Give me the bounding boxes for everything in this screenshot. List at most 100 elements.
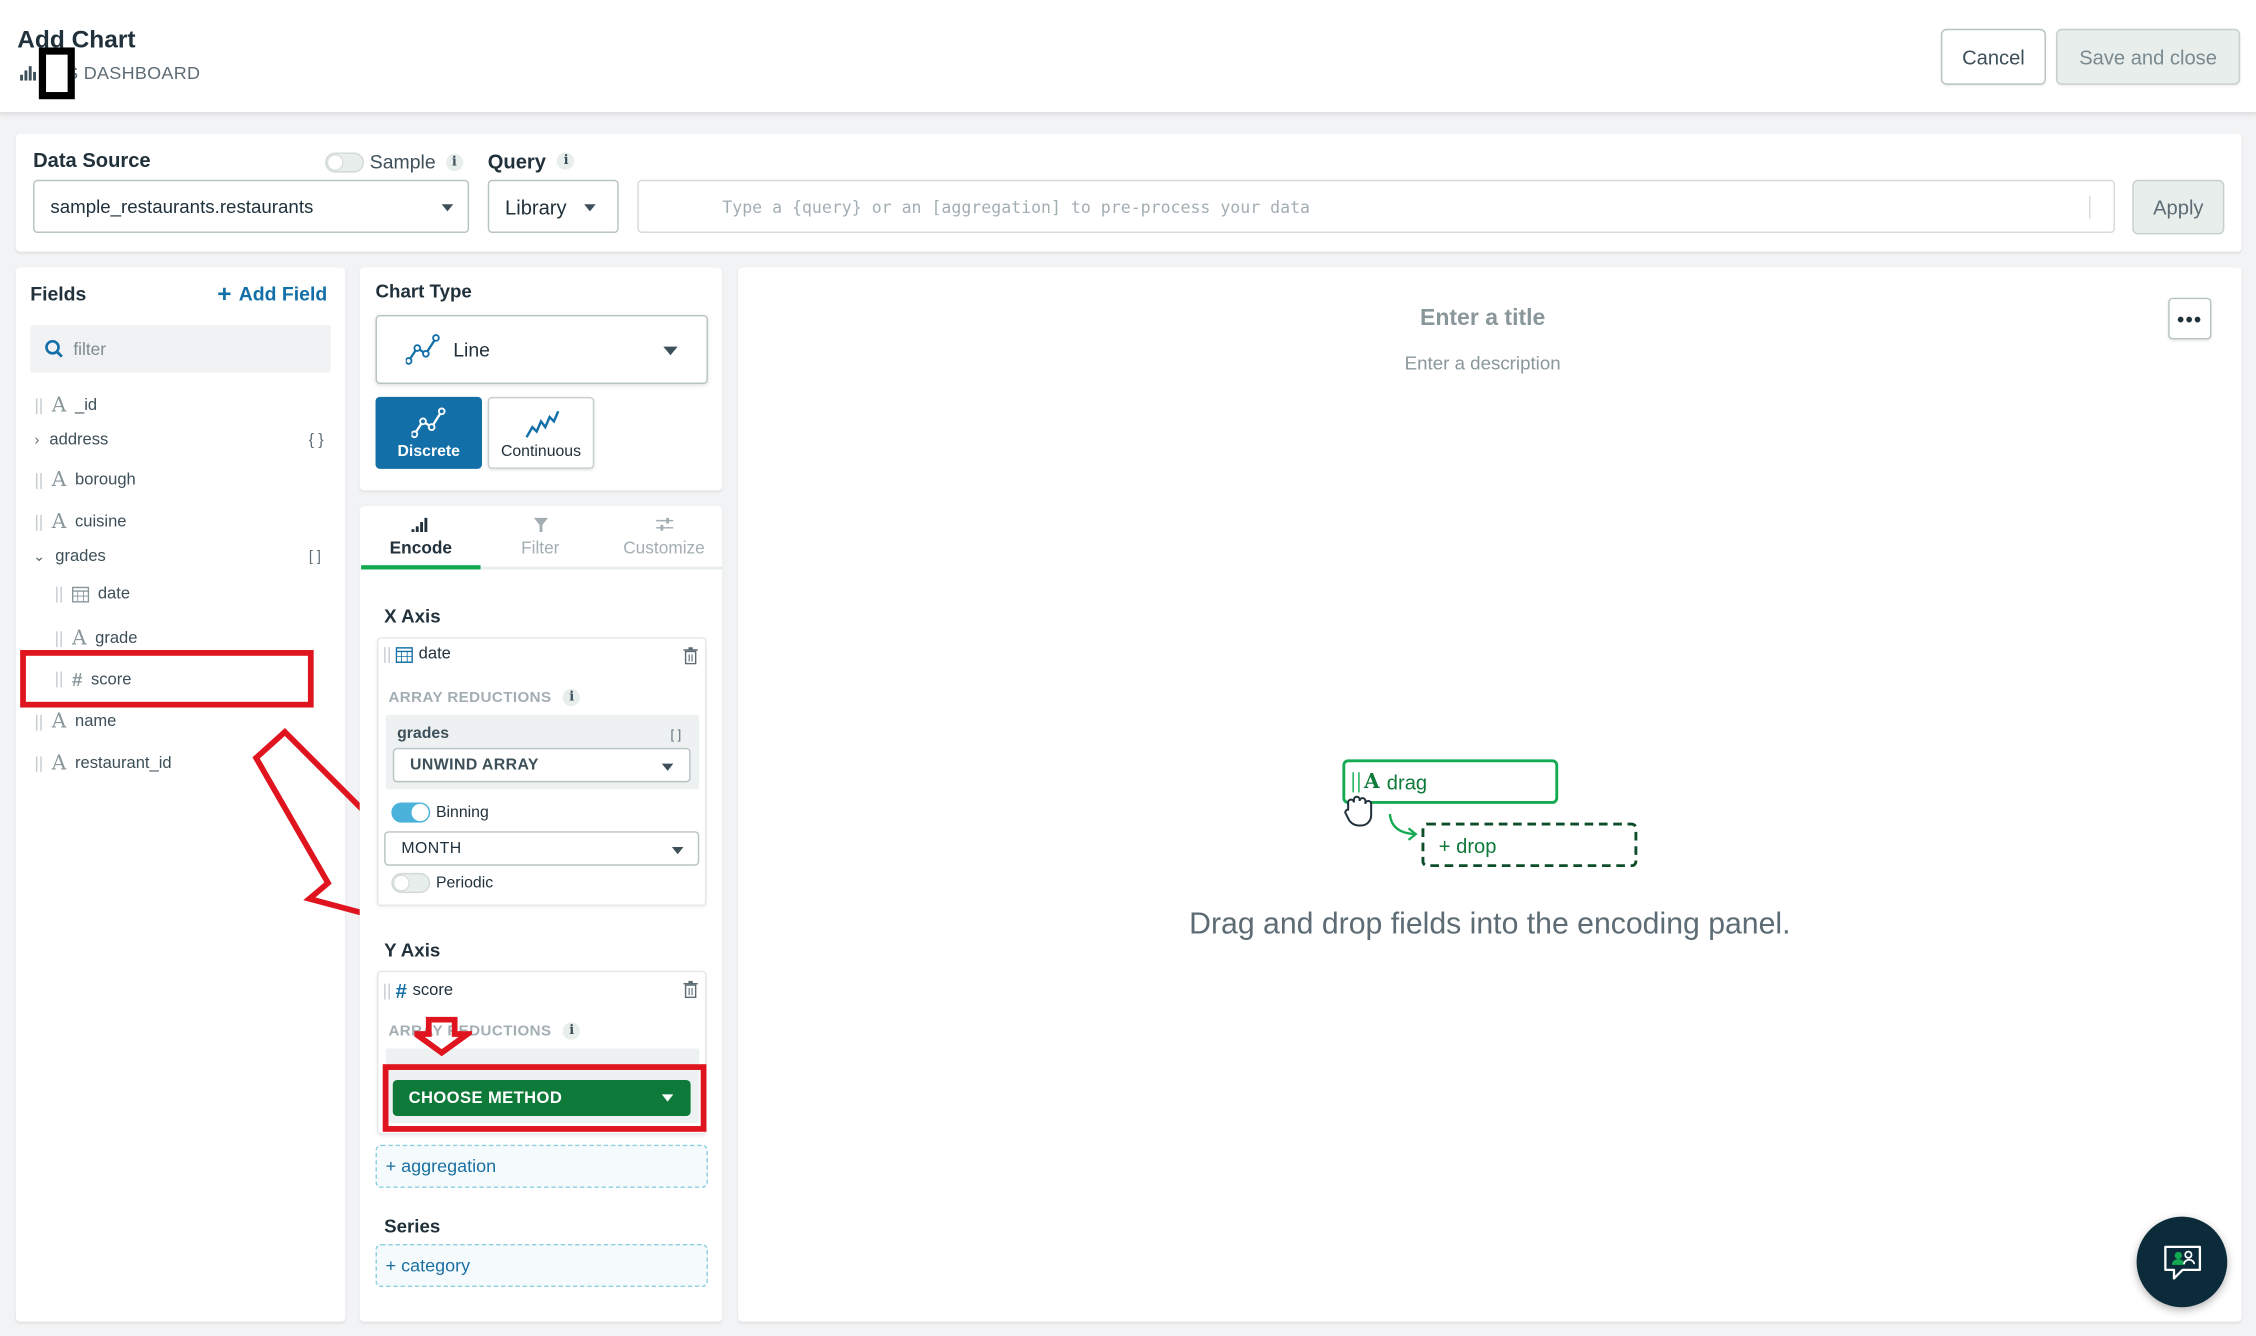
sample-label: Sample <box>369 151 436 173</box>
string-type-icon: A <box>1363 770 1380 794</box>
field-filter-input[interactable]: filter <box>30 325 331 373</box>
chart-type-dropdown[interactable]: Line <box>375 314 708 384</box>
data-source-label: Data Source <box>33 148 151 172</box>
drag-handle-icon[interactable] <box>35 397 42 414</box>
field-item-cuisine[interactable]: Acuisine <box>35 511 127 534</box>
periodic-toggle[interactable] <box>391 872 431 894</box>
field-name: grades <box>55 547 106 566</box>
field-item-date[interactable]: date <box>56 585 131 603</box>
add-aggregation-dropzone[interactable]: + aggregation <box>375 1144 708 1188</box>
info-icon[interactable]: i <box>557 152 575 170</box>
continuous-variant-button[interactable]: Continuous <box>487 396 595 469</box>
field-item-grade[interactable]: Agrade <box>56 627 137 650</box>
apply-button[interactable]: Apply <box>2132 179 2225 235</box>
chart-type-title: Chart Type <box>375 280 472 303</box>
page-title: Add Chart <box>17 25 136 54</box>
annotation-highlight-box <box>382 1064 707 1132</box>
drag-label: drag <box>1386 770 1428 794</box>
drag-handle-icon[interactable] <box>35 755 42 772</box>
array-type-icon: [ ] <box>308 548 321 565</box>
query-placeholder: Type a {query} or an [aggregation] to pr… <box>722 196 1311 217</box>
info-icon[interactable]: i <box>563 1022 581 1040</box>
x-axis-title: X Axis <box>384 605 441 628</box>
caret-down-icon <box>671 847 684 855</box>
drag-handle-icon[interactable] <box>56 630 62 647</box>
tab-encode[interactable]: Encode <box>361 517 480 561</box>
info-icon[interactable]: i <box>563 688 581 707</box>
tab-customize[interactable]: Customize <box>604 517 723 561</box>
drag-handle-icon[interactable] <box>35 714 42 730</box>
library-dropdown[interactable]: Library <box>487 179 619 233</box>
tab-filter[interactable]: Filter <box>481 517 600 561</box>
string-type-icon: A <box>51 468 67 492</box>
y-axis-field-name: score <box>412 982 454 1000</box>
annotation-highlight-box <box>20 650 314 708</box>
caret-down-icon <box>584 204 596 212</box>
drag-handle-icon[interactable] <box>35 472 42 489</box>
string-type-icon: A <box>51 394 67 418</box>
discrete-line-icon <box>411 407 446 439</box>
chat-support-button[interactable] <box>2136 1216 2228 1308</box>
binning-toggle[interactable] <box>391 802 431 823</box>
drag-handle-icon[interactable] <box>35 514 42 530</box>
add-field-button[interactable]: + Add Field <box>217 280 327 308</box>
search-icon <box>45 339 63 358</box>
save-and-close-button[interactable]: Save and close <box>2056 28 2241 85</box>
discrete-label: Discrete <box>397 442 460 461</box>
data-source-select[interactable]: sample_restaurants.restaurants <box>33 179 470 233</box>
field-item-borough[interactable]: Aborough <box>35 468 136 492</box>
field-name: _id <box>74 396 98 415</box>
chart-icon <box>20 66 40 81</box>
drag-handle-icon[interactable] <box>384 982 390 999</box>
info-icon[interactable]: i <box>445 153 463 171</box>
chevron-down-icon[interactable]: ⌄ <box>33 549 45 565</box>
tab-encode-label: Encode <box>389 537 453 558</box>
x-reduction-value: UNWIND ARRAY <box>410 756 539 774</box>
field-item-name[interactable]: Aname <box>35 710 116 734</box>
line-chart-icon <box>405 334 440 365</box>
field-item-id[interactable]: A _id <box>35 394 98 418</box>
y-axis-field[interactable]: # score <box>384 979 453 1002</box>
x-axis-field-name: date <box>418 645 451 663</box>
field-name: cuisine <box>74 513 127 531</box>
binning-label: Binning <box>435 803 489 822</box>
filter-placeholder: filter <box>73 338 106 359</box>
cancel-button[interactable]: Cancel <box>1940 28 2046 85</box>
binning-toggle-group: Binning <box>391 802 489 823</box>
chat-users-icon <box>2163 1244 2201 1279</box>
redaction-box <box>38 47 75 100</box>
more-options-button[interactable]: ••• <box>2168 297 2212 340</box>
field-item-address[interactable]: › address { } <box>35 431 329 448</box>
trash-icon[interactable] <box>683 980 698 999</box>
caret-down-icon <box>441 204 454 212</box>
continuous-line-icon <box>525 410 560 438</box>
field-name: address <box>49 431 109 449</box>
x-axis-field[interactable]: date <box>384 646 451 663</box>
string-type-icon: A <box>51 710 67 734</box>
data-source-value: sample_restaurants.restaurants <box>50 195 314 218</box>
chevron-right-icon[interactable]: › <box>35 432 40 448</box>
drag-handle-icon[interactable] <box>384 646 390 663</box>
sample-toggle[interactable] <box>325 151 365 172</box>
breadcrumb-label: S DASHBOARD <box>66 63 201 84</box>
plus-icon: + <box>217 280 232 308</box>
drag-handle-icon <box>1352 771 1360 792</box>
binning-select[interactable]: MONTH <box>384 831 700 866</box>
input-divider <box>2089 195 2091 219</box>
chart-description-input[interactable]: Enter a description <box>738 352 2227 374</box>
add-category-dropzone[interactable]: + category <box>375 1243 708 1288</box>
discrete-variant-button[interactable]: Discrete <box>375 396 482 469</box>
field-item-grades[interactable]: ⌄ grades [ ] <box>33 548 328 565</box>
fields-title: Fields <box>30 283 87 305</box>
periodic-toggle-group: Periodic <box>391 872 493 894</box>
array-name: grades <box>397 724 450 743</box>
x-reduction-select[interactable]: UNWIND ARRAY <box>392 747 691 783</box>
field-item-restaurant-id[interactable]: Arestaurant_id <box>35 752 172 775</box>
drag-handle-icon[interactable] <box>56 586 62 602</box>
trash-icon[interactable] <box>683 647 698 665</box>
query-input[interactable]: Type a {query} or an [aggregation] to pr… <box>637 179 2116 233</box>
tab-filter-label: Filter <box>521 537 560 558</box>
array-reductions-label: ARRAY REDUCTIONS <box>388 688 552 707</box>
field-name: date <box>97 585 131 603</box>
chart-title-input[interactable]: Enter a title <box>738 306 2227 332</box>
